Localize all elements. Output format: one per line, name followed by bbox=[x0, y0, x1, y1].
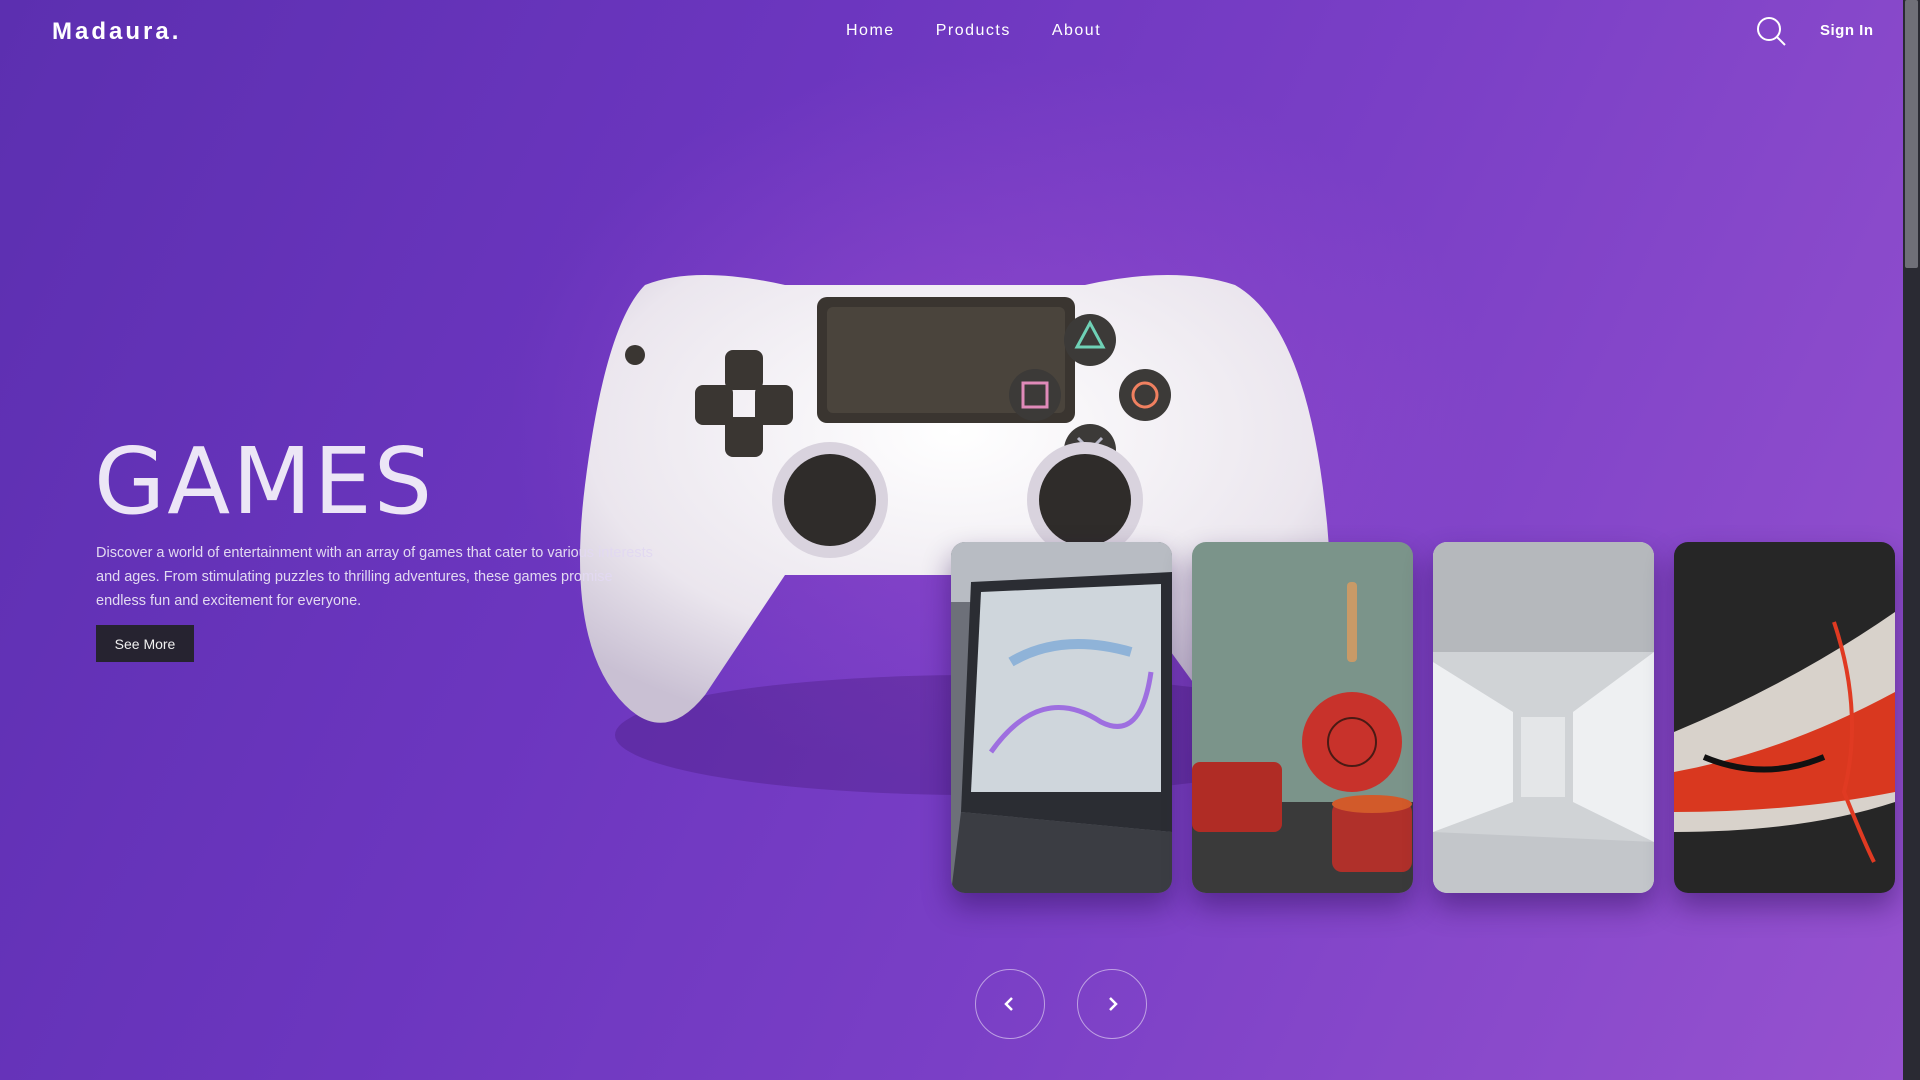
page-scrollbar[interactable] bbox=[1903, 0, 1920, 1080]
card-cookware[interactable] bbox=[1192, 542, 1413, 893]
nav-item-about[interactable]: About bbox=[1052, 22, 1101, 40]
chevron-left-icon bbox=[1004, 997, 1013, 1011]
sneaker-image bbox=[1674, 542, 1895, 893]
see-more-button[interactable]: See More bbox=[96, 625, 194, 662]
nav-item-products[interactable]: Products bbox=[936, 22, 1011, 40]
card-sneaker[interactable] bbox=[1674, 542, 1895, 893]
card-library[interactable] bbox=[1433, 542, 1654, 893]
cookware-image bbox=[1192, 542, 1413, 893]
hero-section: Madaura. Home Products About Sign In GAM… bbox=[0, 0, 1903, 1080]
carousel-prev-button[interactable] bbox=[975, 969, 1045, 1039]
scrollbar-thumb[interactable] bbox=[1905, 0, 1918, 268]
main-nav: Home Products About bbox=[846, 22, 1101, 40]
search-icon[interactable] bbox=[1755, 15, 1787, 47]
chevron-right-icon bbox=[1109, 997, 1118, 1011]
hero-title: GAMES bbox=[94, 428, 435, 535]
library-image bbox=[1433, 542, 1654, 893]
carousel-next-button[interactable] bbox=[1077, 969, 1147, 1039]
signin-link[interactable]: Sign In bbox=[1820, 22, 1874, 39]
nav-item-home[interactable]: Home bbox=[846, 22, 895, 40]
laptop-image bbox=[951, 542, 1172, 893]
hero-description: Discover a world of entertainment with a… bbox=[96, 545, 653, 609]
brand-logo[interactable]: Madaura. bbox=[52, 18, 181, 46]
card-laptop[interactable] bbox=[951, 542, 1172, 893]
carousel-cards bbox=[951, 542, 1895, 893]
